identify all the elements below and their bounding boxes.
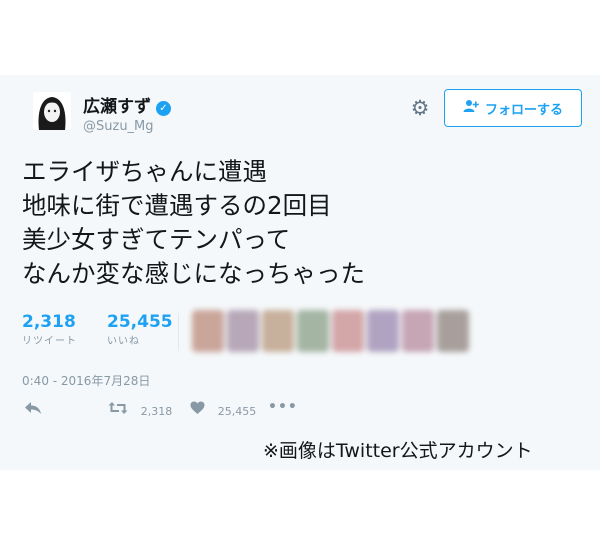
- tweet-line: エライザちゃんに遭遇: [22, 157, 267, 186]
- tweet-line: 美少女すぎてテンパって: [22, 225, 291, 254]
- reply-button[interactable]: [24, 401, 42, 419]
- like-label: いいね: [107, 336, 140, 347]
- liker-avatar: [402, 310, 434, 352]
- tweet-timestamp[interactable]: 0:40 - 2016年7月28日: [22, 372, 150, 389]
- display-name-text[interactable]: 広瀬すず: [83, 97, 151, 117]
- liker-avatar: [437, 310, 469, 352]
- retweet-count-action: 2,318: [140, 405, 173, 418]
- liker-avatar: [332, 310, 364, 352]
- reply-icon: [24, 401, 42, 419]
- liker-avatar: [367, 310, 399, 352]
- username[interactable]: @Suzu_Mg: [83, 119, 154, 134]
- liker-avatar: [297, 310, 329, 352]
- gear-icon[interactable]: ⚙: [408, 96, 432, 120]
- display-name[interactable]: 広瀬すず ✓: [83, 92, 171, 117]
- likes-stat[interactable]: 25,455 いいね: [107, 312, 173, 347]
- retweet-label: リツイート: [22, 336, 77, 347]
- retweets-stat[interactable]: 2,318 リツイート: [22, 312, 77, 347]
- retweet-count: 2,318: [22, 312, 76, 332]
- follow-button-label: フォローする: [484, 102, 563, 118]
- tweet-line: なんか変な感じになっちゃった: [22, 259, 365, 288]
- stats-divider: [178, 313, 179, 351]
- avatar[interactable]: [33, 92, 71, 130]
- follow-button[interactable]: フォローする: [444, 89, 582, 127]
- liker-avatar: [262, 310, 294, 352]
- like-button[interactable]: 25,455: [190, 401, 256, 419]
- like-count: 25,455: [107, 312, 173, 332]
- liker-avatars-blurred: [192, 310, 469, 354]
- retweet-icon: [108, 401, 133, 419]
- verified-badge-icon: ✓: [156, 101, 171, 116]
- tweet-text: エライザちゃんに遭遇 地味に街で遭遇するの2回目 美少女すぎてテンパって なんか…: [22, 155, 365, 291]
- tweet-line: 地味に街で遭遇するの2回目: [22, 191, 332, 220]
- liker-avatar: [227, 310, 259, 352]
- heart-icon: [190, 401, 210, 419]
- person-plus-icon: [463, 99, 479, 117]
- retweet-button[interactable]: 2,318: [108, 401, 172, 419]
- like-count-action: 25,455: [217, 405, 257, 418]
- more-icon[interactable]: •••: [268, 399, 298, 415]
- liker-avatar: [192, 310, 224, 352]
- image-credit-caption: ※画像はTwitter公式アカウント: [263, 440, 533, 462]
